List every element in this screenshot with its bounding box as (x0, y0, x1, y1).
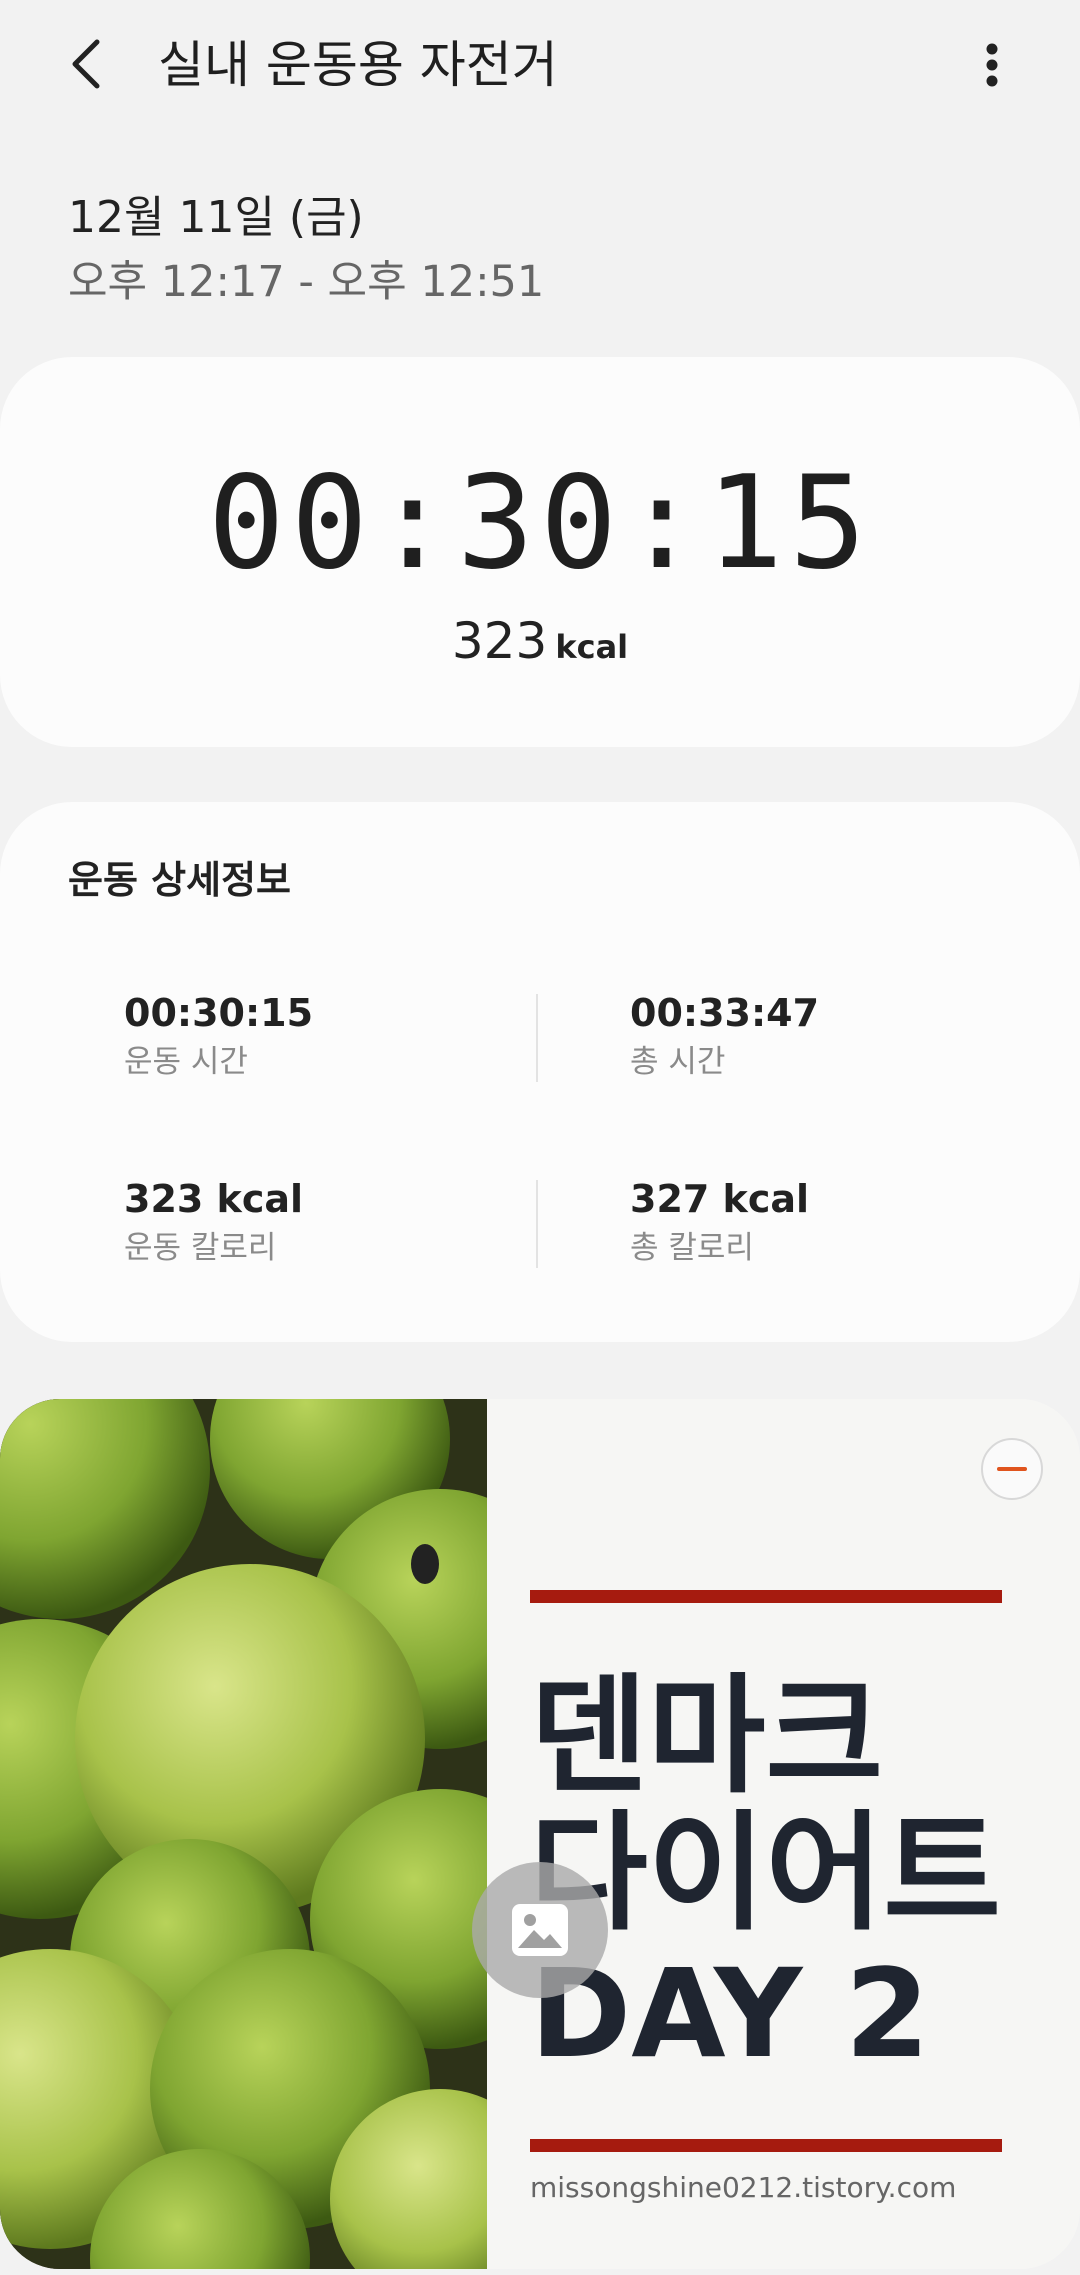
summary-calories: 323 kcal (0, 612, 1080, 670)
more-options-button[interactable] (962, 24, 1022, 104)
stat-label: 운동 시간 (124, 1044, 248, 1080)
details-title: 운동 상세정보 (68, 858, 291, 902)
calories-value: 323 (451, 612, 548, 670)
stat-exercise-time: 00:30:15 운동 시간 (124, 988, 313, 1084)
calories-unit: kcal (555, 628, 629, 666)
duration-text: 00:30:15 (208, 457, 873, 587)
exercise-details-card: 운동 상세정보 00:30:15 운동 시간 00:33:47 총 시간 323… (0, 802, 1080, 1342)
gallery-button[interactable] (472, 1862, 608, 1998)
stat-total-calories: 327 kcal 총 칼로리 (630, 1174, 809, 1270)
summary-card: 00:30:15 323 kcal (0, 357, 1080, 747)
duration-display: 00:30:15 (208, 457, 873, 587)
stat-label: 운동 칼로리 (124, 1230, 277, 1266)
back-button[interactable] (52, 24, 122, 104)
stat-value: 327 kcal (630, 1177, 810, 1221)
attached-image-card[interactable]: 덴마크 다이어트 DAY 2 missongshine0212.tistory.… (0, 1399, 1080, 2269)
poster-line-1: 덴마크 (530, 1662, 884, 1811)
stat-label: 총 칼로리 (630, 1230, 754, 1266)
page-title: 실내 운동용 자전거 (158, 36, 558, 94)
remove-image-button[interactable] (981, 1438, 1043, 1500)
exercise-detail-screen: 실내 운동용 자전거 12월 11일 (금) 오후 12:17 - 오후 12:… (0, 0, 1080, 2275)
stat-label: 총 시간 (630, 1044, 726, 1080)
pomelo-photo (0, 1399, 487, 2269)
stat-value: 00:30:15 (124, 991, 314, 1035)
chevron-left-icon (72, 39, 100, 89)
stat-value: 323 kcal (124, 1177, 304, 1221)
stat-value: 00:33:47 (630, 991, 820, 1035)
vertical-dots-icon (986, 43, 998, 87)
stat-total-time: 00:33:47 총 시간 (630, 988, 819, 1084)
session-date: 12월 11일 (금) (68, 192, 364, 243)
poster-red-bar-bottom (530, 2139, 1002, 2152)
poster-url: missongshine0212.tistory.com (530, 2171, 957, 2204)
stat-divider (536, 994, 538, 1082)
stat-exercise-calories: 323 kcal 운동 칼로리 (124, 1174, 303, 1270)
poster-panel: 덴마크 다이어트 DAY 2 missongshine0212.tistory.… (487, 1399, 1080, 2269)
poster-red-bar-top (530, 1590, 1002, 1603)
session-time-range: 오후 12:17 - 오후 12:51 (68, 257, 545, 307)
stat-divider (536, 1180, 538, 1268)
image-icon (512, 1904, 568, 1956)
fruit-illustration (0, 1399, 487, 2269)
minus-circle-icon (997, 1467, 1027, 1471)
app-bar: 실내 운동용 자전거 (0, 0, 1080, 130)
